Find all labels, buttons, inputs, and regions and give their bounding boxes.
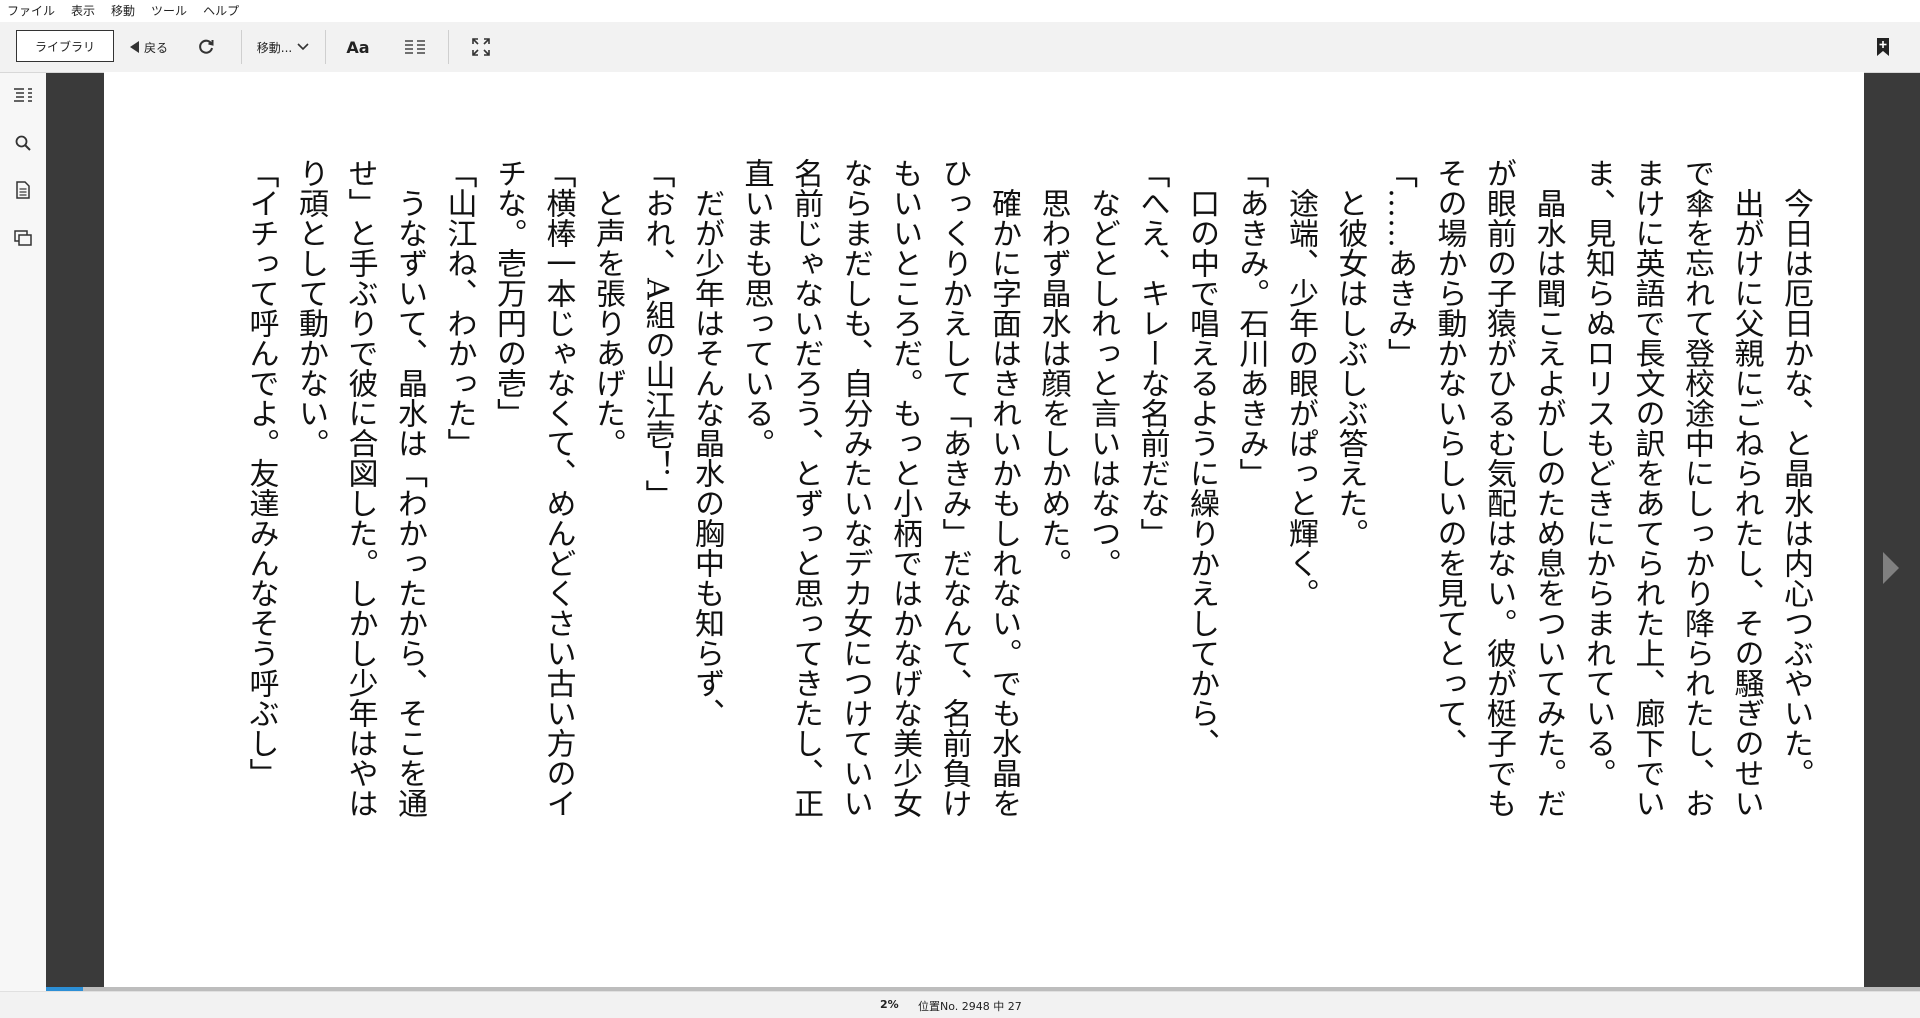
cards-icon — [14, 230, 32, 246]
menu-file[interactable]: ファイル — [0, 0, 63, 22]
menu-go[interactable]: 移動 — [103, 0, 143, 22]
paragraph: 思わず晶水は顔をしかめた。 — [1035, 188, 1071, 578]
table-of-contents-button[interactable] — [13, 85, 33, 105]
paragraph: と声を張りあげた。 — [590, 188, 625, 458]
status-bar: 2% 位置No. 2948 中 27 — [0, 991, 1920, 1018]
flashcards-button[interactable] — [13, 228, 33, 248]
notes-button[interactable] — [13, 180, 33, 200]
progress-percent: 2% — [880, 998, 899, 1011]
refresh-button[interactable] — [192, 22, 220, 72]
toc-icon — [14, 88, 32, 102]
chevron-down-icon — [297, 43, 309, 51]
goto-dropdown[interactable]: 移動... — [252, 22, 314, 72]
goto-label: 移動... — [256, 40, 293, 55]
back-arrow-icon — [129, 41, 139, 53]
columns-icon — [405, 40, 425, 54]
search-button[interactable] — [13, 133, 33, 153]
bookmark-button[interactable] — [1870, 22, 1896, 72]
paragraph: 今日は厄日かな、と晶水は内心つぶやいた。 — [1778, 188, 1813, 788]
menu-bar: ファイル 表示 移動 ツール ヘルプ — [0, 0, 1920, 23]
paragraph: 確かに字面はきれいかもしれない。でも水晶をひっくりかえして「あきみ」だなんて、名… — [738, 158, 1022, 818]
back-label: 戻る — [143, 40, 168, 55]
paragraph: 「横棒一本じゃなくて、めんどくさい古い方のイチな。壱万円の壱」 — [491, 158, 576, 818]
paragraph: 口の中で唱えるように繰りかえしてから、 — [1184, 188, 1219, 758]
paragraph: などとしれっと言いはなつ。 — [1085, 188, 1120, 578]
paragraph: 「へえ、キレーな名前だな」 — [1134, 158, 1170, 548]
fullscreen-icon — [472, 38, 490, 56]
notes-icon — [16, 181, 30, 199]
location-readout: 位置No. 2948 中 27 — [918, 1000, 1022, 1013]
paragraph: 「山江ね、わかった」 — [441, 158, 477, 458]
paragraph: 「イチって呼んでよ。友達みんなそう呼ぶし」 — [243, 158, 279, 788]
paragraph: うなずいて、晶水は「わかったから、そこを通せ」と手ぶりで彼に合図した。しかし少年… — [293, 158, 427, 818]
toolbar-separator — [325, 30, 326, 64]
toolbar-separator — [448, 30, 449, 64]
paragraph: だが少年はそんな晶水の胸中も知らず、 — [689, 188, 724, 728]
back-button[interactable]: 戻る — [126, 22, 172, 72]
toolbar-separator — [241, 30, 242, 64]
font-settings-button[interactable]: Aa — [340, 22, 376, 72]
paragraph: 「あきみ。石川あきみ」 — [1233, 158, 1269, 488]
library-button[interactable]: ライブラリ — [16, 30, 114, 62]
left-sidebar — [0, 73, 46, 991]
refresh-icon — [199, 39, 214, 54]
layout-button[interactable] — [400, 22, 430, 72]
paragraph: 出がけに父親にごねられたし、その騒ぎのせいで傘を忘れて登校途中にしっかり降られた… — [1580, 158, 1764, 818]
menu-help[interactable]: ヘルプ — [195, 0, 247, 22]
paragraph: 途端、少年の眼がぱっと輝く。 — [1283, 188, 1318, 608]
next-page-arrow[interactable] — [1883, 552, 1899, 584]
paragraph: 「おれ、A組の山江壱！」 — [639, 158, 675, 510]
fullscreen-button[interactable] — [466, 22, 496, 72]
book-page[interactable]: 今日は厄日かな、と晶水は内心つぶやいた。 出がけに父親にごねられたし、その騒ぎの… — [104, 72, 1864, 991]
paragraph: 晶水は聞こえよがしのため息をついてみた。だが眼前の子猿がひるむ気配はない。彼が梃… — [1431, 158, 1566, 818]
bookmark-add-icon — [1877, 38, 1889, 56]
menu-view[interactable]: 表示 — [63, 0, 103, 22]
search-icon — [15, 135, 31, 151]
toolbar: ライブラリ 戻る 移動... Aa — [0, 22, 1920, 73]
menu-tools[interactable]: ツール — [143, 0, 195, 22]
paragraph: と彼女はしぶしぶ答えた。 — [1332, 188, 1368, 548]
paragraph: 「……あきみ」 — [1382, 158, 1417, 368]
book-text: 今日は厄日かな、と晶水は内心つぶやいた。 出がけに父親にごねられたし、その騒ぎの… — [236, 158, 1820, 838]
